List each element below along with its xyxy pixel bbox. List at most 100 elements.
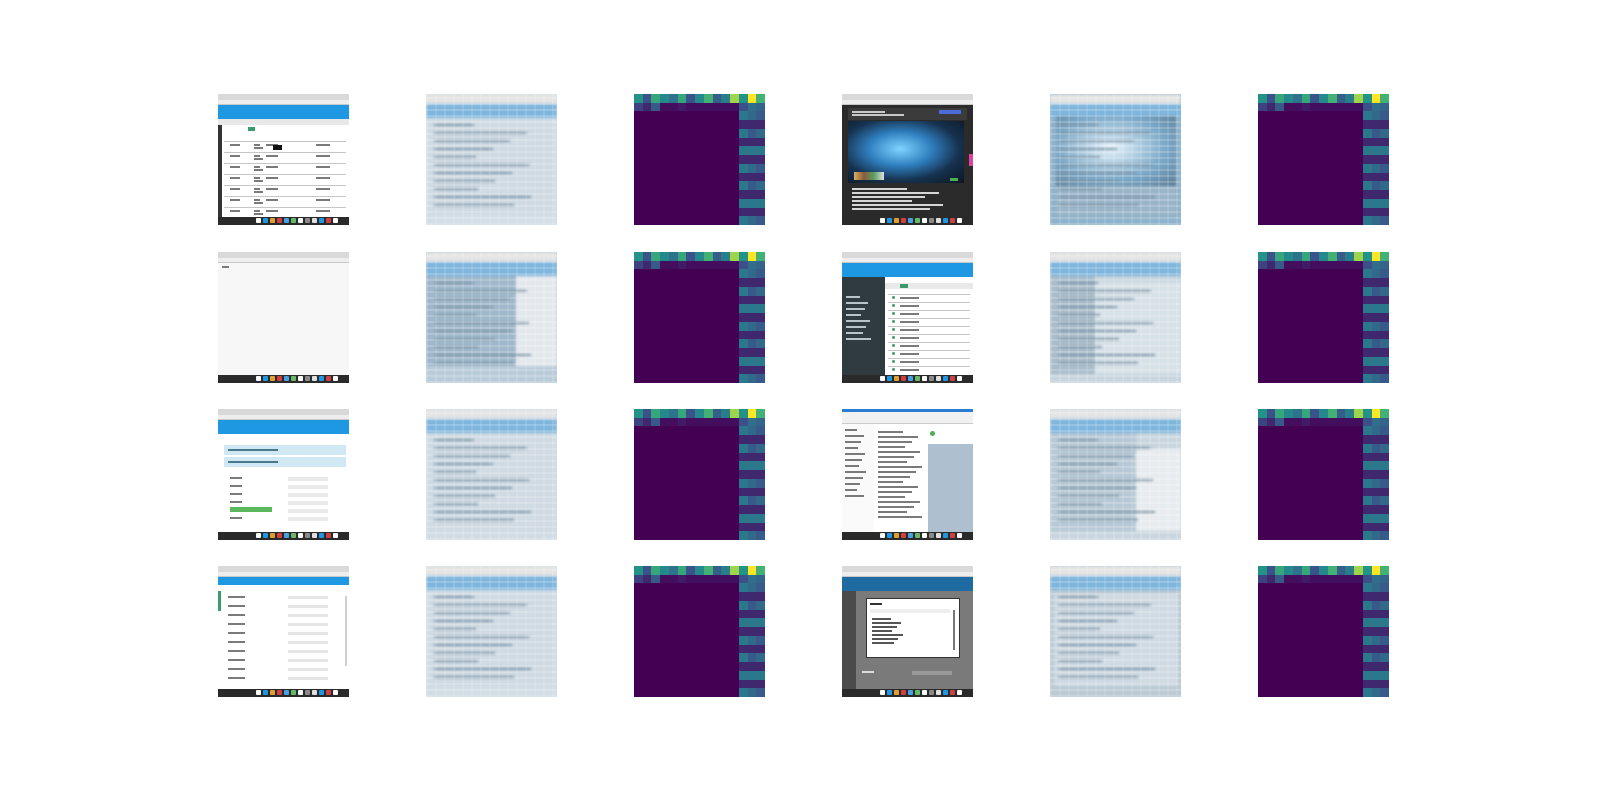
text-line xyxy=(254,169,263,171)
table-row-divider xyxy=(224,185,346,186)
green-button xyxy=(900,284,908,288)
panel-r2-c5-heatmap xyxy=(1258,409,1389,540)
scrollbar xyxy=(345,596,347,666)
taskbar-app-icon xyxy=(950,376,955,381)
text-line xyxy=(878,516,922,518)
taskbar-app-icon xyxy=(284,533,289,538)
taskbar-app-icon xyxy=(908,533,913,538)
settings-field xyxy=(288,596,328,599)
taskbar-app-icon xyxy=(894,376,899,381)
taskbar-app-icon xyxy=(256,376,261,381)
text-line xyxy=(878,501,920,503)
panel-r1-c0-screenshot xyxy=(218,252,349,383)
figure-grid xyxy=(0,0,1600,800)
table-row-divider xyxy=(224,174,346,175)
text-line xyxy=(878,471,916,473)
panel-r1-c3-screenshot xyxy=(842,252,973,383)
text-line xyxy=(228,677,245,679)
text-line xyxy=(900,313,919,315)
taskbar-app-icon xyxy=(277,690,282,695)
taskbar xyxy=(842,689,973,697)
text-line xyxy=(870,603,883,605)
text-line xyxy=(230,199,240,201)
preview-pane xyxy=(928,444,973,532)
heatmap-cell xyxy=(756,374,765,383)
list-row-divider xyxy=(888,326,970,327)
settings-field xyxy=(288,641,328,644)
text-line xyxy=(900,297,919,299)
settings-field xyxy=(288,650,328,653)
app-header xyxy=(842,263,973,277)
modal-input xyxy=(870,609,950,613)
panel-r3-c2-heatmap xyxy=(634,566,765,697)
noise-overlay xyxy=(426,566,557,697)
text-line xyxy=(878,466,922,468)
text-line xyxy=(254,166,260,168)
taskbar-app-icon xyxy=(887,218,892,223)
text-line xyxy=(266,177,279,179)
text-line xyxy=(316,210,331,212)
status-dot xyxy=(892,320,895,323)
text-line xyxy=(228,641,245,643)
taskbar-app-icon xyxy=(319,376,324,381)
text-line xyxy=(900,337,919,339)
status-dot xyxy=(892,360,895,363)
browser-toolbar xyxy=(218,258,349,263)
taskbar-app-icon xyxy=(887,376,892,381)
text-line xyxy=(316,199,331,201)
taskbar-app-icon xyxy=(887,533,892,538)
panel-r2-c1-reconstruction xyxy=(426,409,557,540)
text-line xyxy=(878,461,908,463)
text-line xyxy=(230,188,240,190)
taskbar-app-icon xyxy=(936,218,941,223)
taskbar-app-icon xyxy=(263,376,268,381)
noise-overlay xyxy=(426,252,557,383)
text-line xyxy=(228,650,245,652)
text-line xyxy=(254,158,263,160)
taskbar-app-icon xyxy=(312,690,317,695)
text-line xyxy=(878,476,910,478)
settings-field xyxy=(288,614,328,617)
app-header xyxy=(842,577,973,591)
taskbar-app-icon xyxy=(305,218,310,223)
taskbar-app-icon xyxy=(298,376,303,381)
taskbar-app-icon xyxy=(298,218,303,223)
taskbar-app-icon xyxy=(929,533,934,538)
taskbar-app-icon xyxy=(901,533,906,538)
text-line xyxy=(878,481,904,483)
list-row-divider xyxy=(888,350,970,351)
status-dot xyxy=(892,304,895,307)
taskbar xyxy=(842,375,973,383)
text-line xyxy=(845,447,859,449)
taskbar-app-icon xyxy=(291,533,296,538)
text-line xyxy=(316,155,331,157)
text-line xyxy=(845,453,866,455)
panel-r2-c3-screenshot xyxy=(842,409,973,540)
text-line xyxy=(846,338,871,340)
taskbar-app-icon xyxy=(936,533,941,538)
text-line xyxy=(846,302,869,304)
taskbar-app-icon xyxy=(957,218,962,223)
taskbar-app-icon xyxy=(256,690,261,695)
text-line xyxy=(852,200,912,202)
status-dot xyxy=(892,336,895,339)
status-dot xyxy=(892,328,895,331)
taskbar-app-icon xyxy=(929,218,934,223)
taskbar-app-icon xyxy=(319,218,324,223)
form-field xyxy=(288,509,328,513)
text-line xyxy=(846,314,862,316)
left-edge xyxy=(218,125,222,217)
settings-field xyxy=(288,605,328,608)
text-line xyxy=(254,191,263,193)
taskbar-app-icon xyxy=(908,690,913,695)
settings-field xyxy=(288,659,328,662)
table-row-divider xyxy=(224,163,346,164)
text-line xyxy=(254,144,260,146)
taskbar-app-icon xyxy=(929,376,934,381)
app-header xyxy=(218,105,349,119)
text-line xyxy=(872,638,899,640)
panel-r3-c1-reconstruction xyxy=(426,566,557,697)
text-line xyxy=(845,489,858,491)
taskbar xyxy=(218,217,349,225)
text-line xyxy=(845,435,865,437)
